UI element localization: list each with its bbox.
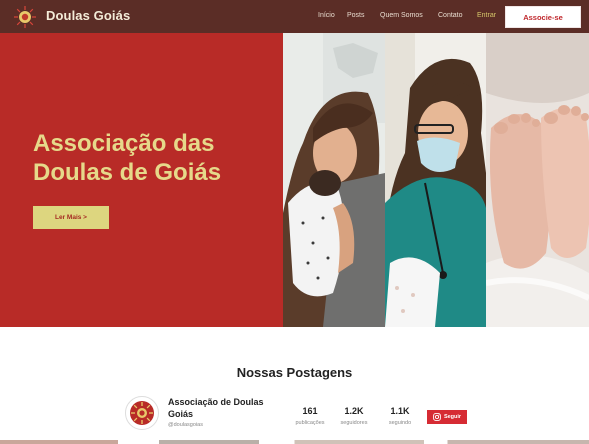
instagram-icon [433,413,441,421]
sun-logo-avatar-icon [128,399,156,427]
posts-thumbnail-strip[interactable] [0,440,589,444]
read-more-button[interactable]: Ler Mais > [33,206,109,229]
hero-title-line-1: Associação das [33,130,215,157]
profile-handle: @doulasgoias [168,422,203,428]
profile-name[interactable]: Associação de Doulas Goiás [168,396,283,420]
hero-title: Associação das Doulas de Goiás [33,129,273,187]
stat-following-count: 1.1K [390,406,410,416]
nav-contato[interactable]: Contato [438,12,463,19]
join-button[interactable]: Associe-se [505,6,581,28]
stat-followers-count: 1.2K [344,406,364,416]
hero-red-panel: Associação das Doulas de Goiás Ler Mais … [0,33,283,327]
brand-name[interactable]: Doulas Goiás [46,8,130,23]
hero-photo-baby-feet [486,33,589,327]
follow-label: Seguir [443,414,462,420]
follow-button[interactable]: Seguir [427,410,467,424]
hero-photo-mother-baby [283,33,385,327]
hero-photo-nurse [385,33,486,327]
stat-followers-label: seguidores [340,420,368,426]
top-navbar: Doulas Goiás Início Posts Quem Somos Con… [0,0,589,33]
hero-title-line-2: Doulas de Goiás [33,159,222,186]
profile-avatar[interactable] [125,396,159,430]
nav-inicio[interactable]: Início [318,12,335,19]
nav-quem-somos[interactable]: Quem Somos [380,12,423,19]
sun-logo-icon[interactable] [13,5,37,29]
stat-posts-label: publicações [295,420,325,426]
login-link[interactable]: Entrar [477,12,496,19]
hero-section: Associação das Doulas de Goiás Ler Mais … [0,33,589,327]
stat-posts-count: 161 [302,406,318,416]
posts-section-title: Nossas Postagens [236,365,353,380]
stat-following-label: seguindo [388,420,412,426]
nav-posts[interactable]: Posts [347,12,365,19]
